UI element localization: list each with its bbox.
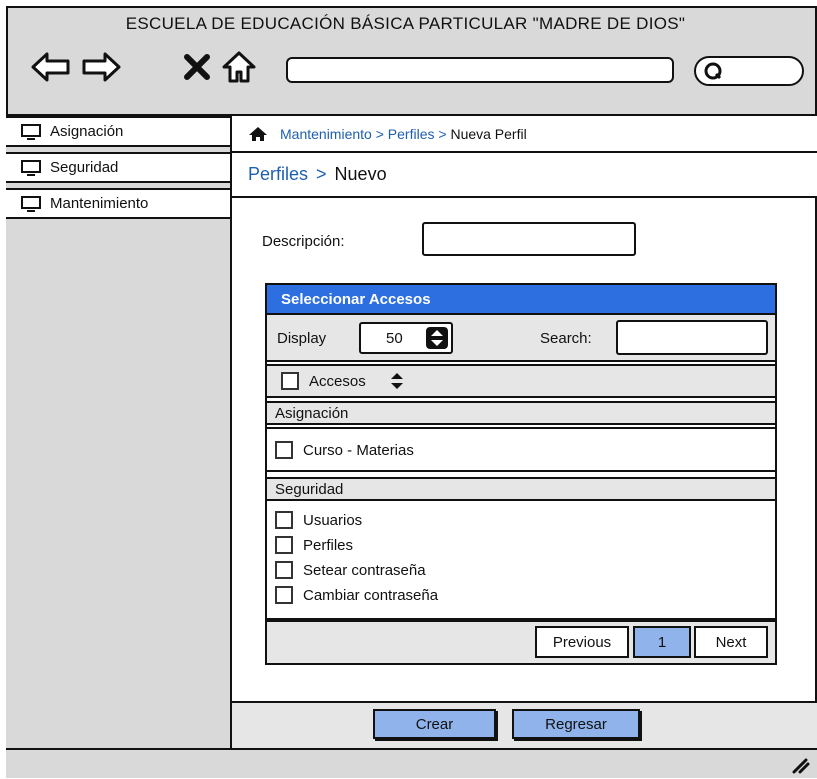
display-label: Display [277, 330, 327, 347]
page-title: Perfiles > Nuevo [232, 153, 817, 198]
list-item-label: Perfiles [303, 536, 354, 554]
spinner-icon[interactable] [425, 326, 449, 350]
list-item-label: Setear contraseña [303, 561, 426, 579]
search-label: Search: [540, 330, 592, 347]
checkbox[interactable] [275, 441, 293, 459]
list-item[interactable]: Usuarios [275, 511, 362, 529]
breadcrumb-separator: > [375, 125, 384, 142]
checkbox[interactable] [275, 511, 293, 529]
sidebar-item-seguridad[interactable]: Seguridad [6, 152, 232, 183]
sidebar-item-asignacion[interactable]: Asignación [6, 116, 232, 147]
checkbox[interactable] [275, 586, 293, 604]
window-title: ESCUELA DE EDUCACIÓN BÁSICA PARTICULAR "… [125, 14, 686, 33]
breadcrumb: Mantenimiento > Perfiles > Nueva Perfil [232, 116, 817, 153]
back-arrow-icon[interactable] [30, 48, 72, 86]
display-value: 50 [386, 330, 403, 347]
back-button[interactable]: Regresar [512, 709, 640, 739]
page-number-button[interactable]: 1 [633, 626, 691, 658]
panel-title: Seleccionar Accesos [265, 283, 777, 315]
home-icon[interactable] [218, 48, 260, 86]
create-button[interactable]: Crear [373, 709, 496, 739]
sidebar-item-label: Asignación [50, 123, 124, 140]
checkbox[interactable] [275, 561, 293, 579]
status-bar [6, 748, 817, 778]
sidebar-item-label: Mantenimiento [50, 195, 149, 212]
page-title-link[interactable]: Perfiles [248, 164, 308, 185]
group-header-asignacion: Asignación [265, 401, 777, 425]
list-item[interactable]: Setear contraseña [275, 561, 426, 579]
column-header-accesos[interactable]: Accesos [265, 364, 777, 398]
address-bar[interactable] [286, 57, 674, 83]
home-icon[interactable] [248, 126, 268, 142]
resize-handle-icon[interactable] [788, 754, 810, 774]
checkbox[interactable] [275, 536, 293, 554]
breadcrumb-link-mantenimiento[interactable]: Mantenimiento [280, 126, 372, 142]
next-button[interactable]: Next [694, 626, 768, 658]
forward-arrow-icon[interactable] [80, 48, 122, 86]
page-title-current: Nuevo [334, 164, 387, 184]
sidebar-item-label: Seguridad [50, 159, 119, 176]
list-item[interactable]: Cambiar contraseña [275, 586, 438, 604]
monitor-icon [21, 123, 41, 140]
page-title-separator: > [316, 164, 327, 184]
monitor-icon [21, 195, 41, 212]
list-item[interactable]: Curso - Materias [275, 441, 414, 459]
sort-icon[interactable] [390, 371, 404, 391]
monitor-icon [21, 159, 41, 176]
breadcrumb-link-perfiles[interactable]: Perfiles [388, 126, 435, 142]
column-header-label: Accesos [309, 372, 366, 390]
search-icon [703, 61, 723, 81]
description-input[interactable] [422, 222, 636, 256]
select-all-checkbox[interactable] [281, 372, 299, 390]
description-label: Descripción: [262, 233, 345, 250]
breadcrumb-separator: > [438, 125, 447, 142]
list-item-label: Usuarios [303, 511, 363, 529]
group-header-seguridad: Seguridad [265, 477, 777, 501]
search-input[interactable] [616, 320, 768, 355]
previous-button[interactable]: Previous [535, 626, 629, 658]
list-item[interactable]: Perfiles [275, 536, 353, 554]
close-icon[interactable] [176, 48, 218, 86]
sidebar-item-mantenimiento[interactable]: Mantenimiento [6, 188, 232, 219]
list-item-label: Curso - Materias [303, 441, 414, 459]
breadcrumb-current: Nueva Perfil [450, 125, 527, 142]
list-item-label: Cambiar contraseña [303, 586, 439, 604]
